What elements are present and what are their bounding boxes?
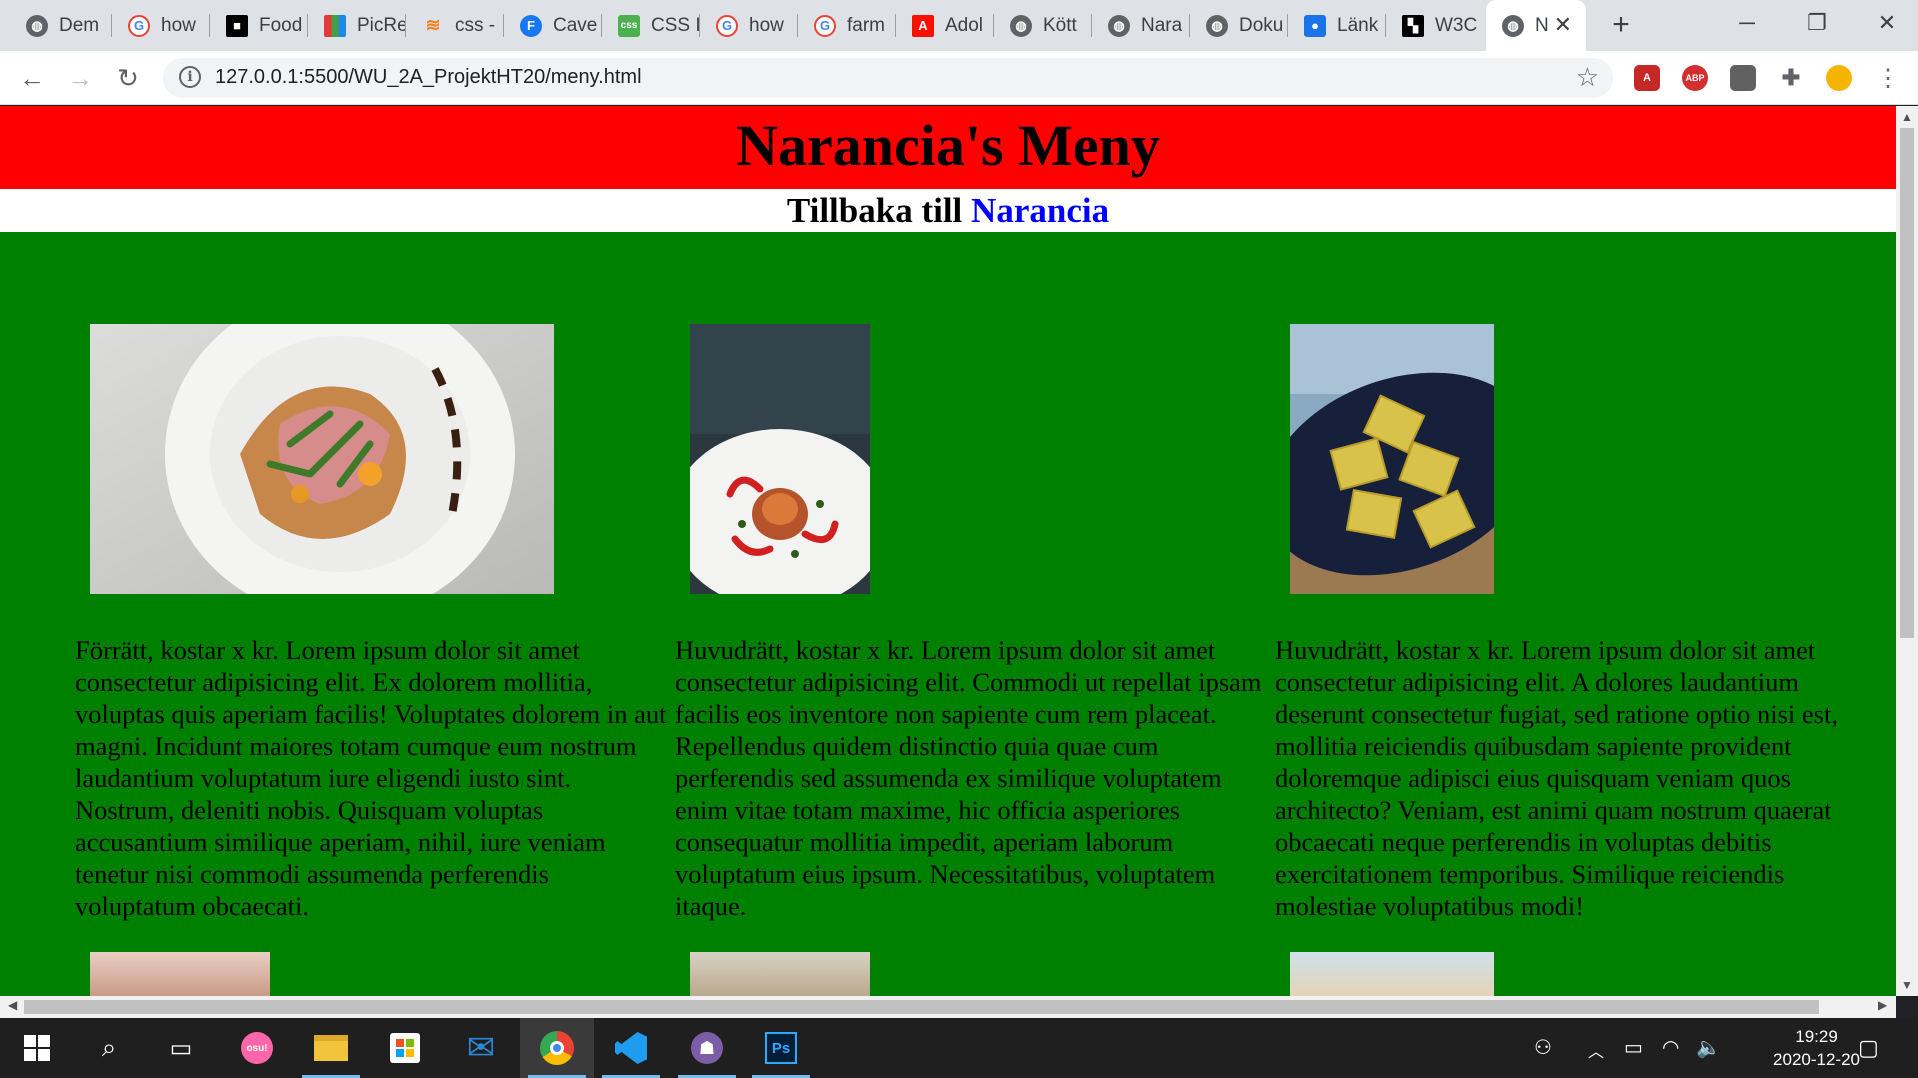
back-link[interactable]: Narancia	[971, 191, 1109, 230]
browser-tab[interactable]: ◍ Doku	[1190, 0, 1288, 51]
dish-image	[90, 324, 554, 594]
browser-tab[interactable]: css CSS I	[602, 0, 700, 51]
globe-icon: ◍	[1502, 14, 1524, 37]
globe-icon: ◍	[1010, 14, 1032, 37]
dish-image	[690, 324, 870, 594]
browser-tab[interactable]: ◍ Nara	[1092, 0, 1190, 51]
browser-tab[interactable]: ■ Food	[210, 0, 308, 51]
battery-icon[interactable]: ▭	[1624, 1035, 1643, 1060]
clock-date: 2020-12-20	[1773, 1050, 1860, 1069]
generic-extension-icon[interactable]	[1730, 65, 1756, 91]
address-bar[interactable]: i 127.0.0.1:5500/WU_2A_ProjektHT20/meny.…	[163, 58, 1613, 98]
bookmark-star-icon[interactable]: ☆	[1576, 62, 1599, 93]
contact-icon: ●	[1304, 14, 1326, 37]
site-header: Narancia's Meny	[0, 106, 1896, 189]
windows-start-icon[interactable]	[0, 1018, 74, 1078]
scroll-left-arrow-icon[interactable]: ◀	[8, 998, 17, 1012]
google-icon: G	[814, 14, 836, 37]
scroll-right-arrow-icon[interactable]: ▶	[1878, 998, 1887, 1012]
volume-icon[interactable]: 🔈	[1696, 1035, 1721, 1060]
chrome-icon[interactable]	[520, 1018, 594, 1078]
browser-tab[interactable]: PicRe	[308, 0, 406, 51]
vscode-icon[interactable]	[594, 1018, 668, 1078]
photoshop-icon[interactable]: Ps	[744, 1018, 818, 1078]
dish-image	[90, 952, 270, 996]
picresize-icon	[324, 14, 346, 37]
show-hidden-icons-chevron-icon[interactable]: ︿	[1588, 1038, 1604, 1062]
menu-item-description: Huvudrätt, kostar x kr. Lorem ipsum dolo…	[675, 635, 1262, 921]
adblock-extension-icon[interactable]: ABP	[1682, 65, 1708, 91]
duck-extension-icon[interactable]	[1826, 65, 1852, 91]
vertical-scrollbar[interactable]: ▲ ▼	[1896, 106, 1918, 996]
page-viewport: Narancia's Meny Tillbaka till Narancia F…	[0, 106, 1896, 996]
css-icon: css	[618, 14, 640, 37]
restore-button[interactable]: ❐	[1782, 0, 1852, 45]
page-title: Narancia's Meny	[736, 113, 1160, 178]
osu-icon[interactable]: osu!	[220, 1018, 294, 1078]
wifi-icon[interactable]: ◠	[1662, 1035, 1679, 1060]
minimize-button[interactable]: ─	[1712, 0, 1782, 45]
stackoverflow-icon: ≋	[425, 15, 441, 35]
browser-tab[interactable]: ≋ css -	[406, 0, 504, 51]
browser-tab[interactable]: G how	[700, 0, 798, 51]
close-tab-icon[interactable]: ✕	[1554, 12, 1572, 38]
search-icon[interactable]: ⌕	[72, 1018, 146, 1078]
scroll-up-arrow-icon[interactable]: ▲	[1896, 110, 1918, 124]
globe-icon: ◍	[1206, 14, 1228, 37]
globe-icon: ◍	[26, 14, 48, 37]
browser-tab[interactable]: F Cave	[504, 0, 602, 51]
dish-image	[690, 952, 870, 996]
tab-strip: ◍ Dem G how ■ Food PicRe ≋ css - F Cave …	[0, 0, 1918, 51]
menu-kebab-icon[interactable]: ⋮	[1870, 60, 1906, 96]
browser-tab[interactable]: G farm	[798, 0, 896, 51]
google-icon: G	[716, 14, 738, 37]
back-nav: Tillbaka till Narancia	[0, 189, 1896, 232]
github-desktop-icon[interactable]: ☗	[670, 1018, 744, 1078]
new-tab-button[interactable]: +	[1604, 8, 1638, 42]
w3c-icon: ▚	[1402, 14, 1424, 37]
browser-tab[interactable]: G how	[112, 0, 210, 51]
file-explorer-icon[interactable]	[294, 1018, 368, 1078]
back-arrow-icon[interactable]: ←	[14, 60, 50, 96]
browser-toolbar: ← → ↻ i 127.0.0.1:5500/WU_2A_ProjektHT20…	[0, 51, 1918, 105]
dish-image	[1290, 952, 1494, 996]
back-prefix-text: Tillbaka till	[786, 191, 963, 230]
system-clock[interactable]: 19:29 2020-12-20	[1773, 1025, 1860, 1071]
horizontal-scrollbar[interactable]: ◀ ▶	[0, 996, 1896, 1018]
browser-tab[interactable]: ◍ Kött	[994, 0, 1092, 51]
browser-tab[interactable]: ● Länk	[1288, 0, 1386, 51]
scroll-down-arrow-icon[interactable]: ▼	[1896, 978, 1918, 992]
puzzle-extensions-icon[interactable]: ✚	[1778, 65, 1804, 91]
dish-image	[1290, 324, 1494, 594]
close-window-button[interactable]: ✕	[1852, 0, 1918, 45]
mail-icon[interactable]: ✉	[444, 1018, 518, 1078]
pdf-extension-icon[interactable]: A	[1634, 65, 1660, 91]
reload-icon[interactable]: ↻	[110, 60, 146, 96]
vertical-scroll-thumb[interactable]	[1900, 128, 1914, 638]
store-icon[interactable]	[368, 1018, 442, 1078]
url-text[interactable]: 127.0.0.1:5500/WU_2A_ProjektHT20/meny.ht…	[215, 66, 642, 89]
unsplash-icon: ■	[226, 14, 248, 37]
horizontal-scroll-thumb[interactable]	[24, 1000, 1819, 1014]
browser-tab[interactable]: ◍ Dem	[10, 0, 112, 51]
people-icon[interactable]: ⚇	[1534, 1035, 1552, 1060]
google-icon: G	[128, 14, 150, 37]
browser-tab-active[interactable]: ◍ N ✕	[1486, 0, 1586, 51]
site-info-icon[interactable]: i	[179, 66, 201, 88]
facebook-icon: F	[520, 14, 542, 37]
forward-arrow-icon[interactable]: →	[62, 60, 98, 96]
task-view-icon[interactable]: ▭	[144, 1018, 218, 1078]
notifications-icon[interactable]: ▢	[1858, 1035, 1879, 1061]
menu-item-description: Förrätt, kostar x kr. Lorem ipsum dolor …	[75, 635, 667, 921]
browser-tab[interactable]: ▚ W3C	[1386, 0, 1484, 51]
windows-taskbar: ⌕ ▭ osu! ✉ ☗ Ps ⚇ ︿ ▭ ◠ 🔈 19:29 2020-12-…	[0, 1018, 1918, 1078]
clock-time: 19:29	[1795, 1027, 1838, 1046]
menu-item-description: Huvudrätt, kostar x kr. Lorem ipsum dolo…	[1275, 635, 1838, 921]
globe-icon: ◍	[1108, 14, 1130, 37]
adobe-icon: A	[912, 14, 934, 37]
browser-tab[interactable]: A Adol	[896, 0, 994, 51]
